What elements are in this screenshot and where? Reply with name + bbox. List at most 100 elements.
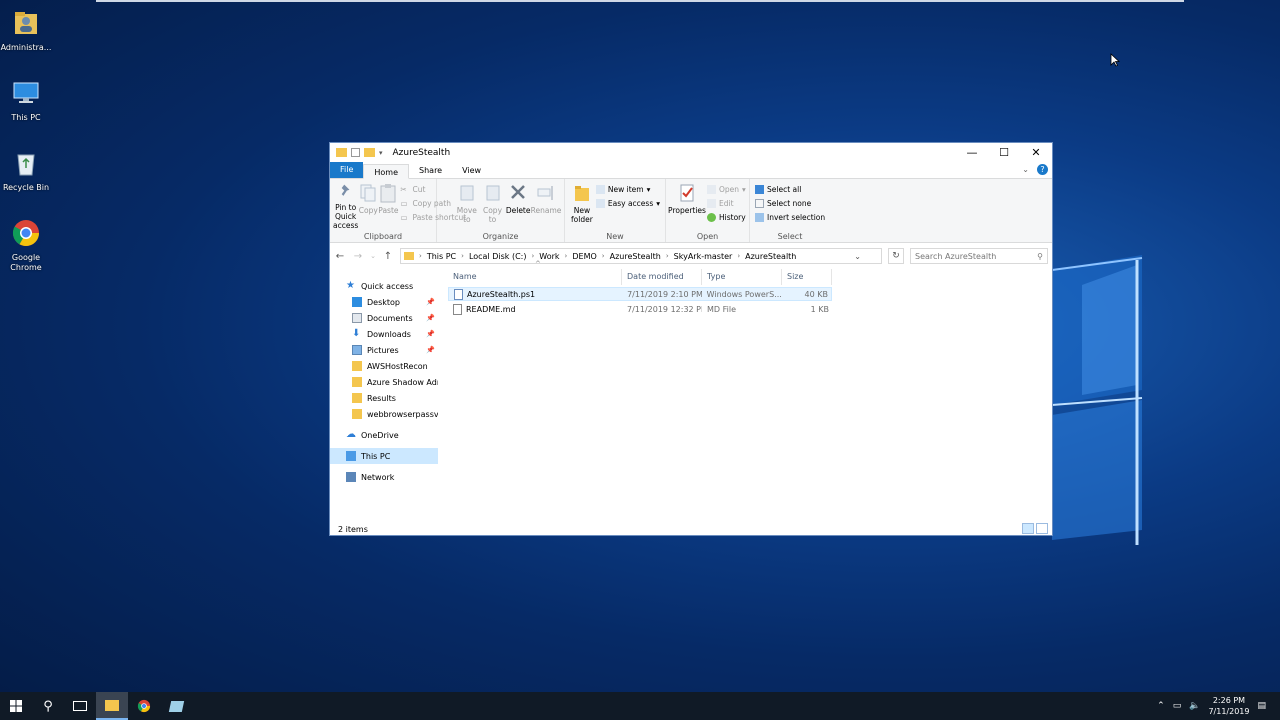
chevron-right-icon[interactable]: › <box>602 252 605 260</box>
tab-view[interactable]: View <box>452 163 491 178</box>
breadcrumb-azurestealth[interactable]: AzureStealth <box>745 252 796 261</box>
desktop-icon-administrator[interactable]: Administra... <box>0 6 52 72</box>
column-name[interactable]: Name <box>448 269 622 285</box>
new-item-icon <box>595 185 605 194</box>
minimize-button[interactable]: — <box>956 143 988 162</box>
file-row[interactable]: README.md 7/11/2019 12:32 PM MD File 1 K… <box>448 302 832 316</box>
up-arrow-icon[interactable]: ↑ <box>382 251 394 262</box>
nav-folder-awshostrecon[interactable]: AWSHostRecon <box>330 358 438 374</box>
column-date-modified[interactable]: Date modified <box>622 269 702 285</box>
recent-locations-icon[interactable]: ⌄ <box>370 252 376 260</box>
refresh-icon[interactable]: ↻ <box>888 248 904 264</box>
details-view-icon[interactable] <box>1022 523 1034 534</box>
desktop-icon-this-pc[interactable]: This PC <box>0 76 52 142</box>
large-icons-view-icon[interactable] <box>1036 523 1048 534</box>
nav-desktop[interactable]: Desktop 📌 <box>330 294 438 310</box>
chevron-right-icon[interactable]: › <box>461 252 464 260</box>
file-explorer-window: ▾ AzureStealth — ☐ ✕ File Home Share Vie… <box>329 142 1053 536</box>
rename-button[interactable]: Rename <box>531 182 561 230</box>
powershell-file-icon <box>454 288 463 300</box>
edit-button[interactable]: Edit <box>707 198 746 209</box>
breadcrumb-demo[interactable]: DEMO <box>572 252 596 261</box>
breadcrumb-skyark-master[interactable]: SkyArk-master <box>674 252 733 261</box>
desktop-icon-chrome[interactable]: Google Chrome <box>0 216 52 282</box>
nav-downloads[interactable]: ⬇ Downloads 📌 <box>330 326 438 342</box>
desktop-icon-label: Administra... <box>0 43 52 52</box>
nav-pictures[interactable]: Pictures 📌 <box>330 342 438 358</box>
column-size[interactable]: Size <box>782 269 832 285</box>
forward-arrow-icon[interactable]: → <box>352 251 364 262</box>
nav-documents[interactable]: Documents 📌 <box>330 310 438 326</box>
taskbar-file-explorer[interactable] <box>96 692 128 720</box>
notifications-icon[interactable]: ▤ <box>1257 701 1266 711</box>
tab-home[interactable]: Home <box>363 164 410 179</box>
group-label-organize: Organize <box>482 232 519 241</box>
pin-icon <box>341 184 350 196</box>
pin-to-quick-access-button[interactable]: Pin to Quick access <box>333 182 358 230</box>
clock[interactable]: 2:26 PM 7/11/2019 <box>1208 695 1249 717</box>
file-row[interactable]: AzureStealth.ps1 7/11/2019 2:10 PM Windo… <box>448 287 832 301</box>
network-icon[interactable]: ▭ <box>1173 701 1182 711</box>
taskbar-chrome[interactable] <box>128 692 160 720</box>
chevron-right-icon[interactable]: › <box>531 252 534 260</box>
copy-button[interactable]: Copy <box>358 182 378 230</box>
desktop-icon-recycle-bin[interactable]: Recycle Bin <box>0 146 52 212</box>
collapse-ribbon-icon[interactable]: ⌄ <box>1022 165 1029 174</box>
breadcrumb-work[interactable]: Work <box>539 252 559 261</box>
address-bar[interactable]: › This PC › Local Disk (C:) › Work › DEM… <box>400 248 882 264</box>
copy-to-button[interactable]: Copy to <box>480 182 506 230</box>
easy-access-button[interactable]: Easy access ▾ <box>595 198 660 209</box>
nav-network[interactable]: Network <box>330 469 438 485</box>
back-arrow-icon[interactable]: ← <box>334 251 346 262</box>
nav-quick-access[interactable]: ★ Quick access <box>330 278 438 294</box>
search-button[interactable]: ⚲ <box>32 692 64 720</box>
select-none-icon <box>755 199 764 208</box>
file-name-cell: README.md <box>448 303 622 315</box>
tab-file[interactable]: File <box>330 162 364 178</box>
dropdown-icon: ▾ <box>742 185 746 194</box>
paste-button[interactable]: Paste <box>378 182 399 230</box>
chevron-right-icon[interactable]: › <box>737 252 740 260</box>
new-folder-quick-icon[interactable] <box>364 148 375 157</box>
nav-onedrive[interactable]: ☁ OneDrive <box>330 427 438 443</box>
breadcrumb-this-pc[interactable]: This PC <box>427 252 456 261</box>
new-item-button[interactable]: New item ▾ <box>595 184 660 195</box>
start-button[interactable] <box>0 692 32 720</box>
view-toggle <box>1022 523 1048 534</box>
customize-dropdown-icon[interactable]: ▾ <box>379 149 383 157</box>
chevron-right-icon[interactable]: › <box>565 252 568 260</box>
open-button[interactable]: Open ▾ <box>707 184 746 195</box>
history-button[interactable]: History <box>707 212 746 223</box>
nav-folder-webbrowserpassview[interactable]: webbrowserpassvie <box>330 406 438 422</box>
show-hidden-icons-icon[interactable]: ⌃ <box>1157 701 1165 711</box>
title-bar[interactable]: ▾ AzureStealth — ☐ ✕ <box>330 143 1052 162</box>
nav-folder-results[interactable]: Results <box>330 390 438 406</box>
task-view-button[interactable] <box>64 692 96 720</box>
volume-icon[interactable]: 🔈 <box>1189 701 1200 711</box>
select-none-button[interactable]: Select none <box>755 198 825 209</box>
breadcrumb-local-disk[interactable]: Local Disk (C:) <box>469 252 527 261</box>
properties-quick-icon[interactable] <box>351 148 360 157</box>
column-type[interactable]: Type <box>702 269 782 285</box>
select-all-button[interactable]: Select all <box>755 184 825 195</box>
delete-button[interactable]: Delete <box>505 182 531 230</box>
address-dropdown-icon[interactable]: ⌄ <box>854 252 861 261</box>
nav-this-pc[interactable]: This PC <box>330 448 438 464</box>
invert-selection-button[interactable]: Invert selection <box>755 212 825 223</box>
file-type: MD File <box>707 304 736 314</box>
tab-share[interactable]: Share <box>409 163 452 178</box>
window-controls: — ☐ ✕ <box>956 143 1052 162</box>
properties-button[interactable]: Properties <box>668 182 706 230</box>
search-input[interactable]: Search AzureStealth ⚲ <box>910 248 1048 264</box>
breadcrumb-azurestealth-parent[interactable]: AzureStealth <box>610 252 661 261</box>
chevron-right-icon[interactable]: › <box>666 252 669 260</box>
nav-folder-azure-shadow-admins[interactable]: Azure Shadow Adm <box>330 374 438 390</box>
close-button[interactable]: ✕ <box>1020 143 1052 162</box>
chevron-right-icon[interactable]: › <box>419 252 422 260</box>
help-icon[interactable]: ? <box>1037 164 1048 175</box>
user-folder-icon <box>15 12 37 34</box>
maximize-button[interactable]: ☐ <box>988 143 1020 162</box>
move-to-button[interactable]: Move to <box>454 182 480 230</box>
new-folder-button[interactable]: New folder <box>570 182 594 230</box>
taskbar-powershell-ise[interactable] <box>160 692 192 720</box>
